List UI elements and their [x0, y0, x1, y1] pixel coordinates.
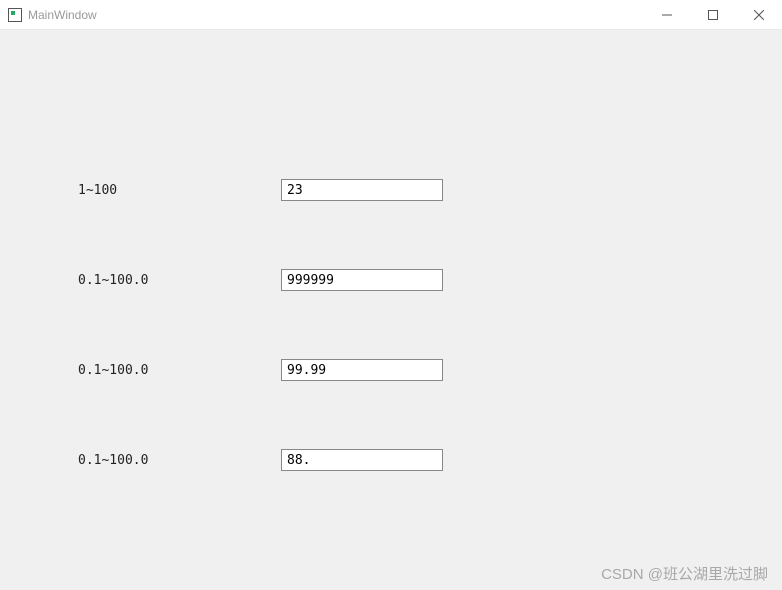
value-input-4[interactable] — [281, 449, 443, 471]
range-label: 0.1~100.0 — [78, 363, 148, 378]
value-input-1[interactable] — [281, 179, 443, 201]
range-label: 1~100 — [78, 183, 117, 198]
value-input-3[interactable] — [281, 359, 443, 381]
maximize-icon — [708, 10, 718, 20]
titlebar: MainWindow — [0, 0, 782, 30]
window-title: MainWindow — [28, 8, 97, 22]
app-icon — [8, 8, 22, 22]
value-input-2[interactable] — [281, 269, 443, 291]
client-area: 1~100 0.1~100.0 0.1~100.0 0.1~100.0 CSDN… — [0, 30, 782, 590]
minimize-icon — [662, 10, 672, 20]
close-icon — [754, 10, 764, 20]
minimize-button[interactable] — [644, 0, 690, 30]
maximize-button[interactable] — [690, 0, 736, 30]
range-label: 0.1~100.0 — [78, 273, 148, 288]
close-button[interactable] — [736, 0, 782, 30]
watermark: CSDN @班公湖里洗过脚 — [601, 563, 768, 584]
range-label: 0.1~100.0 — [78, 453, 148, 468]
